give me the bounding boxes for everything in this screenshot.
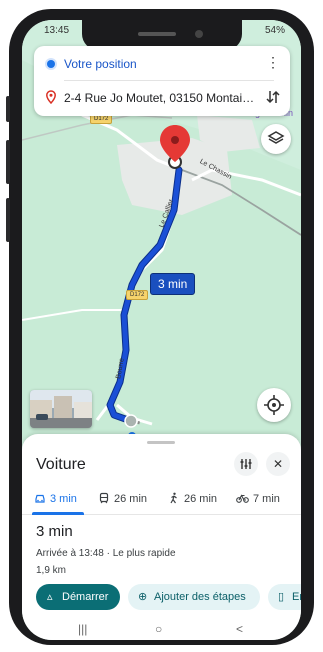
front-camera [195, 30, 203, 38]
layers-icon [267, 131, 285, 144]
origin-field[interactable]: Votre position ⋮ [34, 48, 290, 80]
layers-button[interactable] [261, 124, 291, 154]
speaker-grill [138, 32, 176, 36]
phone-side-button [6, 96, 10, 122]
save-button[interactable]: ▯ En [268, 584, 301, 610]
navigation-arrow-icon: ▵ [47, 591, 53, 603]
directions-sheet: Voiture ✕ 3 min 26 min 26 min 7 min 3 mi… [22, 434, 301, 640]
sheet-title: Voiture [36, 456, 86, 473]
route-options-button[interactable] [234, 452, 258, 476]
crosshair-icon [264, 395, 284, 415]
directions-card: Votre position ⋮ 2-4 Rue Jo Moutet, 0315… [34, 46, 290, 116]
route-eta-label[interactable]: 3 min [150, 273, 196, 295]
home-button[interactable]: ○ [155, 622, 162, 636]
bookmark-icon: ▯ [278, 591, 285, 603]
tab-car-label: 3 min [50, 493, 77, 505]
add-stops-label: Ajouter des étapes [154, 591, 246, 603]
back-button[interactable]: < [236, 622, 243, 636]
close-icon: ✕ [272, 457, 284, 471]
tab-transit[interactable]: 26 min [98, 492, 147, 505]
action-chips: ▵ Démarrer ⊕ Ajouter des étapes ▯ En [36, 584, 301, 610]
add-place-icon: ⊕ [138, 591, 148, 603]
add-stops-button[interactable]: ⊕ Ajouter des étapes [128, 584, 260, 610]
tab-bike[interactable]: 7 min [236, 492, 280, 505]
destination-field[interactable]: 2-4 Rue Jo Moutet, 03150 Montai… [34, 82, 290, 114]
phone-side-button [6, 140, 10, 184]
origin-dot-icon [47, 60, 55, 68]
active-tab-indicator [32, 512, 84, 515]
train-icon [99, 492, 109, 504]
route-duration: 3 min [36, 523, 73, 540]
swap-vertical-icon[interactable] [264, 88, 282, 106]
phone-side-button [6, 198, 10, 242]
save-button-label: En [292, 591, 301, 603]
start-button-label: Démarrer [62, 591, 109, 603]
my-location-button[interactable] [257, 388, 291, 422]
status-time: 13:45 [44, 25, 70, 36]
bike-icon [236, 494, 249, 503]
tab-car[interactable]: 3 min [34, 492, 77, 505]
destination-pin-icon [46, 90, 56, 104]
status-battery: 54% [264, 25, 285, 36]
divider [64, 80, 274, 81]
kebab-menu-icon[interactable]: ⋮ [266, 54, 280, 71]
destination-text: 2-4 Rue Jo Moutet, 03150 Montai… [64, 91, 255, 105]
recents-button[interactable]: ||| [78, 622, 87, 636]
origin-text: Votre position [64, 57, 137, 71]
start-button[interactable]: ▵ Démarrer [36, 584, 120, 610]
car-icon [35, 494, 45, 503]
sheet-drag-handle[interactable] [147, 441, 175, 444]
street-view-image [30, 390, 92, 428]
tab-bike-label: 7 min [253, 493, 280, 505]
tab-walk-label: 26 min [184, 493, 218, 505]
tune-icon [240, 459, 252, 469]
travel-mode-tabs: 3 min 26 min 26 min 7 min [22, 484, 301, 515]
screen: D172 D172 Le Chassin Le Callier Bourre M… [22, 20, 301, 640]
street-view-thumbnail[interactable] [30, 390, 92, 428]
tab-transit-label: 26 min [114, 493, 148, 505]
road-badge: D172 [126, 290, 149, 300]
route-distance: 1,9 km [36, 565, 67, 576]
tab-walk[interactable]: 26 min [168, 492, 217, 505]
system-nav-bar: ||| ○ < [22, 622, 301, 640]
walk-icon [170, 492, 177, 504]
close-button[interactable]: ✕ [266, 452, 290, 476]
arrival-info: Arrivée à 13:48 · Le plus rapide [36, 548, 176, 559]
